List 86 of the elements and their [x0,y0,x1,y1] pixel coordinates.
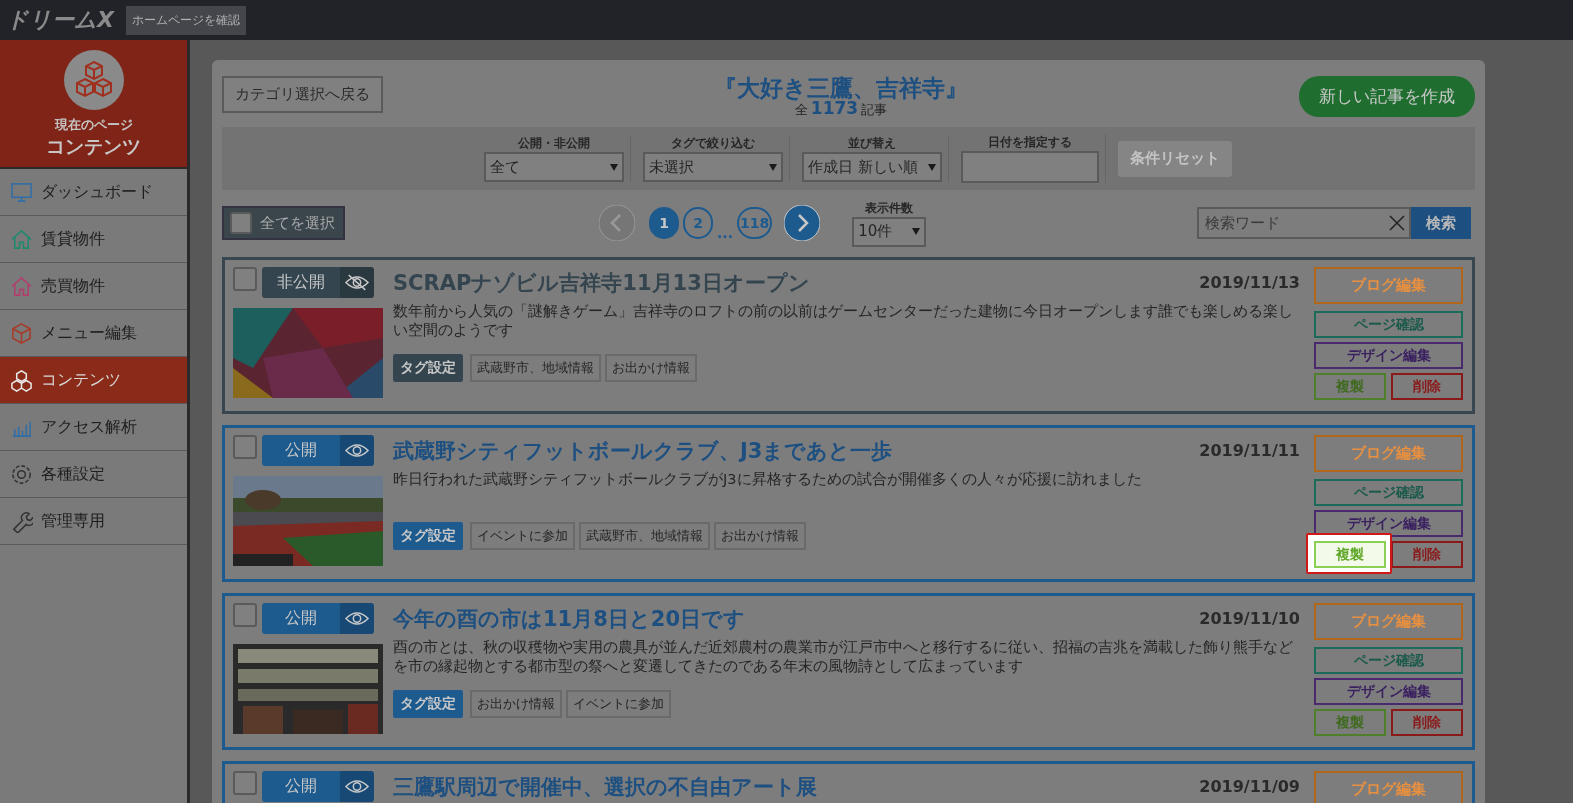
search-button[interactable]: 検索 [1411,207,1471,239]
checkbox[interactable] [233,603,257,627]
copy-button[interactable]: 複製 [1314,541,1386,568]
filter-label: 並び替え [848,135,896,152]
sidebar-item[interactable]: 管理専用 [0,498,187,545]
back-button[interactable]: カテゴリ選択へ戻る [222,76,383,113]
sidebar-item[interactable]: アクセス解析 [0,404,187,451]
tag: 武蔵野市、地域情報 [470,354,601,382]
tag-settings-button[interactable]: タグ設定 [393,354,463,382]
page-view-button[interactable]: ページ確認 [1314,311,1463,338]
new-article-button[interactable]: 新しい記事を作成 [1299,76,1475,117]
sidebar-item[interactable]: 賃貸物件 [0,216,187,263]
design-edit-button[interactable]: デザイン編集 [1314,678,1463,705]
filter-label: 日付を指定する [988,134,1072,151]
checkbox[interactable] [233,435,257,459]
current-page-title: コンテンツ [46,134,141,159]
status-badge[interactable]: 公開 [262,771,374,802]
sidebar-item[interactable]: ダッシュボード [0,169,187,216]
status-badge[interactable]: 非公開 [262,267,374,298]
tag: お出かけ情報 [714,522,806,550]
article-title[interactable]: 今年の酉の市は11月8日と20日です [393,604,746,633]
wrench-icon [10,509,33,533]
eye-icon [345,442,369,459]
eye-icon [345,778,369,795]
logo: ドリームX [6,6,114,34]
checkbox[interactable] [233,771,257,795]
article-excerpt: 昨日行われた武蔵野シティフットボールクラブがJ3に昇格するための試合が開催多くの人々が応援に訪れました [393,470,1143,489]
article-date: 2019/11/11 [1199,441,1300,460]
article-date: 2019/11/09 [1199,777,1300,796]
search-field[interactable]: 検索ワード [1197,207,1411,239]
design-edit-button[interactable]: デザイン編集 [1314,342,1463,369]
filter-label: 公開・非公開 [518,135,590,152]
cubes-icon [10,368,33,392]
delete-button[interactable]: 削除 [1391,373,1463,400]
article-date: 2019/11/13 [1199,273,1300,292]
checkbox[interactable] [230,212,252,234]
article-title[interactable]: 武蔵野シティフットボールクラブ、J3まであと一歩 [393,436,893,465]
house-icon [10,227,33,251]
tag: イベントに参加 [566,690,671,718]
article-excerpt: 数年前から人気の「謎解きゲーム」吉祥寺のロフトの前の以前はゲームセンターだった建物に今日オープンします誰でも楽しめる楽しい空間のようです [393,302,1294,340]
eye-icon [345,610,369,627]
select-all-button[interactable]: 全てを選択 [222,206,345,240]
status-badge[interactable]: 公開 [262,603,374,634]
next-page-icon[interactable] [784,205,821,241]
sidebar-item[interactable]: 売買物件 [0,263,187,310]
article-excerpt: 酉の市とは、秋の収穫物や実用の農具が並んだ近郊農村の農業市が江戸市中へと移行するに従い、招福の吉兆を満載した飾り熊手などを市の縁起物とする都市型の祭へと変遷してきたのである年末の風物詩として広まっています [393,638,1294,676]
page-link[interactable]: 1 [649,207,679,239]
checkbox[interactable] [233,267,257,291]
eye-slash-icon [345,274,369,291]
article-count: 1173 [810,101,859,116]
per-page-label: 表示件数 [865,199,914,217]
current-page-label: 現在のページ [54,116,133,134]
count-prefix: 全 [794,102,808,117]
count-suffix: 記事 [861,102,888,117]
filter-dropdown[interactable]: 未選択 [643,152,783,182]
delete-button[interactable]: 削除 [1391,541,1463,568]
gear-icon [10,462,33,486]
design-edit-button[interactable]: デザイン編集 [1314,510,1463,537]
filter-dropdown[interactable]: 作成日 新しい順 [802,152,942,182]
article-title[interactable]: 三鷹駅周辺で開催中、選択の不自由アート展 [393,772,817,801]
tag: お出かけ情報 [605,354,697,382]
view-site-button[interactable]: ホームページを確認 [125,5,246,35]
tag-settings-button[interactable]: タグ設定 [393,522,463,550]
tag: イベントに参加 [470,522,575,550]
sidebar-item[interactable]: コンテンツ [0,357,187,404]
page-view-button[interactable]: ページ確認 [1314,479,1463,506]
blog-title: 『大好き三鷹、吉祥寺』 [714,76,968,101]
filter-label: タグで絞り込む [671,135,755,152]
article-title[interactable]: SCRAPナゾビル吉祥寺11月13日オープン [393,268,810,297]
monitor-icon [10,180,33,204]
status-badge[interactable]: 公開 [262,435,374,466]
date-field[interactable] [961,151,1099,183]
clear-icon[interactable] [1389,215,1405,231]
sidebar-item[interactable]: 各種設定 [0,451,187,498]
page-view-button[interactable]: ページ確認 [1314,647,1463,674]
house-icon [10,274,33,298]
article-date: 2019/11/10 [1199,609,1300,628]
cube-icon [10,321,33,345]
filter-dropdown[interactable]: 全て [484,152,624,182]
ellipsis: ... [717,225,733,241]
cubes-icon [63,50,124,110]
delete-button[interactable]: 削除 [1391,709,1463,736]
tag: 武蔵野市、地域情報 [579,522,710,550]
tag: お出かけ情報 [470,690,562,718]
tag-settings-button[interactable]: タグ設定 [393,690,463,718]
per-page-dropdown[interactable]: 10件 [852,216,927,247]
